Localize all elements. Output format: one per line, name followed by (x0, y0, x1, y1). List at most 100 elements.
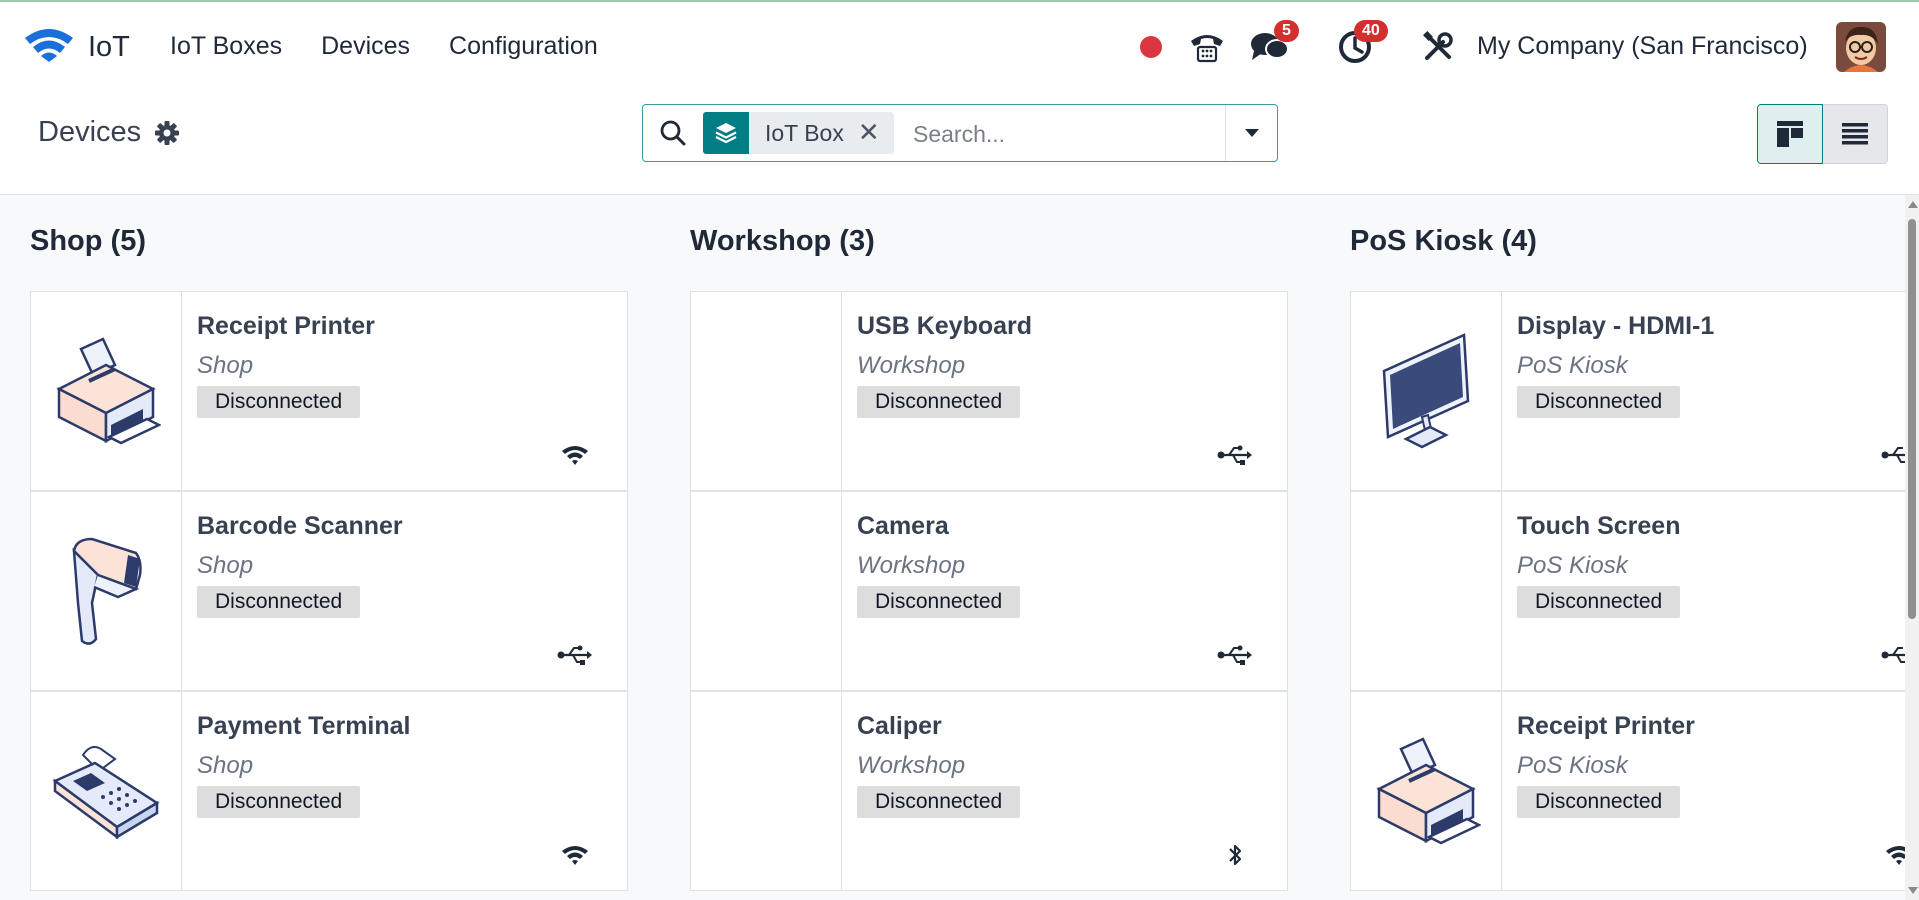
page-title: Devices (38, 116, 142, 148)
device-iot-box: Shop (197, 352, 254, 379)
column-title: PoS Kiosk (4) (1350, 225, 1537, 257)
status-badge: Disconnected (857, 386, 1021, 418)
status-badge: Disconnected (197, 786, 361, 818)
device-card[interactable]: Display - HDMI-1 PoS Kiosk Disconnected (1350, 291, 1905, 491)
device-iot-box: PoS Kiosk (1517, 752, 1628, 779)
status-indicator[interactable] (1136, 22, 1166, 72)
column-title: Shop (5) (30, 225, 146, 257)
device-iot-box: Workshop (857, 752, 966, 779)
device-name: Camera (857, 512, 949, 540)
search-options-toggle[interactable] (1225, 105, 1278, 161)
printer-image (31, 292, 182, 490)
device-iot-box: Workshop (857, 552, 966, 579)
top-menu: IoT Boxes Devices Configuration (170, 32, 598, 61)
activities-button[interactable]: 40 (1330, 20, 1420, 72)
view-switcher (1757, 104, 1888, 164)
search-bar[interactable]: IoT Box ✕ (642, 104, 1278, 162)
usb-icon (1879, 640, 1905, 670)
scroll-down-arrow-icon[interactable] (1908, 887, 1918, 894)
device-card[interactable]: Caliper Workshop Disconnected (690, 691, 1288, 891)
phone-button[interactable] (1186, 22, 1228, 72)
device-name: Touch Screen (1517, 512, 1681, 540)
record-dot-icon (1140, 36, 1162, 58)
device-card[interactable]: Payment Terminal Shop Disconnected (30, 691, 628, 891)
device-card[interactable]: Touch Screen PoS Kiosk Disconnected (1350, 491, 1905, 691)
monitor-image (1351, 292, 1502, 490)
app-brand[interactable]: IoT (24, 28, 130, 66)
wifi-icon (555, 840, 595, 870)
control-panel: Devices IoT Box ✕ Search... (0, 92, 1919, 195)
status-badge: Disconnected (1517, 386, 1681, 418)
activities-badge: 40 (1354, 20, 1388, 42)
app-name: IoT (88, 30, 130, 63)
usb-icon (1215, 440, 1255, 470)
device-iot-box: Shop (197, 552, 254, 579)
device-iot-box: Shop (197, 752, 254, 779)
kanban-icon (1777, 121, 1803, 147)
device-card[interactable]: Receipt Printer Shop Disconnected (30, 291, 628, 491)
barcode-scanner-image (31, 492, 182, 690)
device-name: USB Keyboard (857, 312, 1033, 340)
usb-icon (1879, 440, 1905, 470)
column-title: Workshop (3) (690, 225, 875, 257)
wifi-icon (1879, 840, 1905, 870)
main-navbar: IoT IoT Boxes Devices Configuration 5 40… (0, 2, 1919, 92)
avatar-icon (1836, 22, 1886, 72)
search-input[interactable] (911, 115, 1215, 153)
phone-icon (1191, 35, 1223, 63)
status-badge: Disconnected (857, 586, 1021, 618)
payment-terminal-image (31, 692, 182, 890)
layers-icon (703, 112, 749, 154)
facet-remove-icon[interactable]: ✕ (858, 118, 894, 148)
device-name: Display - HDMI-1 (1517, 312, 1715, 340)
status-badge: Disconnected (857, 786, 1021, 818)
device-name: Receipt Printer (1517, 712, 1695, 740)
messages-badge: 5 (1274, 20, 1299, 42)
company-switcher[interactable]: My Company (San Francisco) (1477, 32, 1808, 61)
usb-icon (1215, 640, 1255, 670)
status-badge: Disconnected (197, 386, 361, 418)
device-name: Payment Terminal (197, 712, 411, 740)
debug-tools-button[interactable] (1418, 22, 1458, 72)
menu-iot-boxes[interactable]: IoT Boxes (170, 32, 282, 61)
user-avatar[interactable] (1836, 22, 1886, 72)
device-card[interactable]: USB Keyboard Workshop Disconnected (690, 291, 1288, 491)
scroll-thumb[interactable] (1908, 219, 1916, 619)
device-iot-box: PoS Kiosk (1517, 352, 1628, 379)
tools-icon (1423, 31, 1453, 60)
device-iot-box: Workshop (857, 352, 966, 379)
printer-image (1351, 692, 1502, 890)
device-name: Caliper (857, 712, 942, 740)
facet-label: IoT Box (765, 119, 844, 146)
device-image-placeholder (691, 292, 842, 490)
menu-configuration[interactable]: Configuration (449, 32, 598, 61)
vertical-scrollbar[interactable] (1905, 195, 1919, 900)
status-badge: Disconnected (1517, 786, 1681, 818)
list-view-button[interactable] (1823, 104, 1888, 164)
wifi-logo-icon (24, 28, 74, 66)
device-image-placeholder (1351, 492, 1502, 690)
device-card[interactable]: Camera Workshop Disconnected (690, 491, 1288, 691)
search-facet: IoT Box ✕ (703, 112, 894, 154)
kanban-view-button[interactable] (1757, 104, 1823, 164)
search-icon[interactable] (659, 119, 687, 151)
usb-icon (555, 640, 595, 670)
gear-icon[interactable] (154, 120, 180, 150)
list-icon (1842, 123, 1868, 145)
device-name: Receipt Printer (197, 312, 375, 340)
caret-down-icon (1245, 129, 1259, 137)
scroll-up-arrow-icon[interactable] (1908, 201, 1918, 208)
device-name: Barcode Scanner (197, 512, 403, 540)
bluetooth-icon (1215, 840, 1255, 870)
device-card[interactable]: Barcode Scanner Shop Disconnected (30, 491, 628, 691)
device-image-placeholder (691, 492, 842, 690)
messages-button[interactable]: 5 (1246, 20, 1316, 72)
menu-devices[interactable]: Devices (321, 32, 410, 61)
device-image-placeholder (691, 692, 842, 890)
kanban-board: Shop (5) Receipt Printer Shop Disconnect… (0, 195, 1905, 900)
device-card[interactable]: Receipt Printer PoS Kiosk Disconnected (1350, 691, 1905, 891)
status-badge: Disconnected (197, 586, 361, 618)
device-iot-box: PoS Kiosk (1517, 552, 1628, 579)
wifi-icon (555, 440, 595, 470)
status-badge: Disconnected (1517, 586, 1681, 618)
